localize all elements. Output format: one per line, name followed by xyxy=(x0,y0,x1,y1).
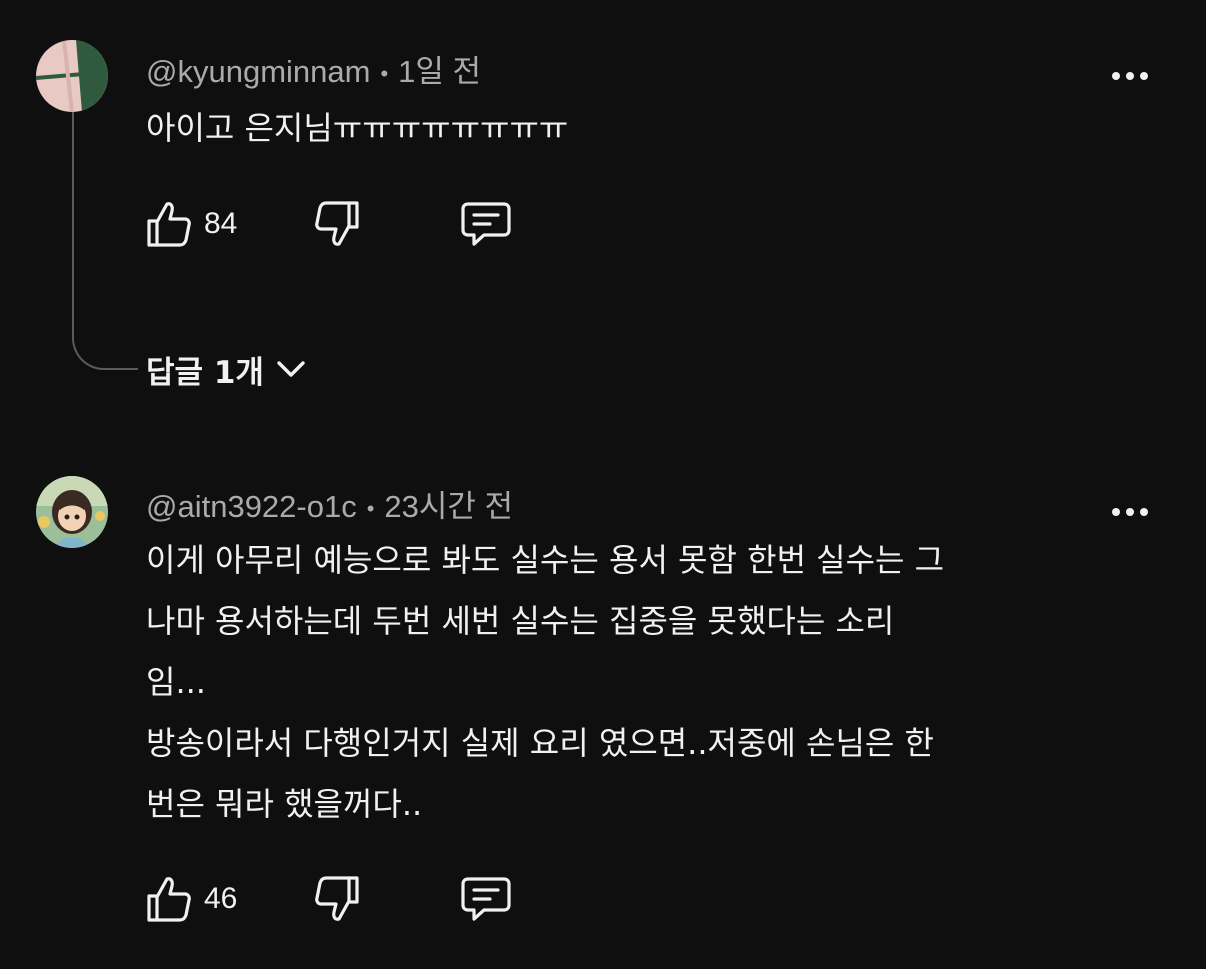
dislike-icon xyxy=(315,876,359,921)
comment-text: 아이고 은지님ㅠㅠㅠㅠㅠㅠㅠㅠ xyxy=(146,109,569,147)
like-button[interactable]: 46 xyxy=(146,874,237,924)
like-count: 46 xyxy=(204,882,238,915)
like-icon xyxy=(147,202,191,247)
comment-actions: 84 xyxy=(146,199,566,249)
avatar-kyungminnam[interactable] xyxy=(36,40,108,112)
like-button[interactable]: 84 xyxy=(146,199,237,249)
more-icon xyxy=(1112,72,1148,80)
avatar-aitn3922-o1c[interactable] xyxy=(36,476,108,548)
dislike-button[interactable] xyxy=(314,199,360,249)
more-options-button[interactable] xyxy=(1110,56,1150,96)
more-options-button[interactable] xyxy=(1110,492,1150,532)
replies-label: 답글 1개 xyxy=(146,354,264,391)
reply-icon xyxy=(461,877,511,921)
like-count: 84 xyxy=(204,207,238,240)
comment-meta: @aitn3922-o1c • 23시간 전 xyxy=(146,481,513,526)
more-icon xyxy=(1112,508,1148,516)
author-name[interactable]: @kyungminnam xyxy=(146,54,370,89)
view-replies-button[interactable]: 답글 1개 xyxy=(146,346,306,392)
comment-actions: 46 xyxy=(146,874,566,924)
like-icon xyxy=(147,877,191,922)
chevron-down-icon xyxy=(277,361,305,377)
thread-connector xyxy=(72,112,138,370)
timestamp[interactable]: 23시간 전 xyxy=(384,489,513,524)
separator-dot: • xyxy=(366,495,375,521)
dislike-button[interactable] xyxy=(314,874,360,924)
reply-button[interactable] xyxy=(460,199,512,249)
comment-text: 이게 아무리 예능으로 봐도 실수는 용서 못함 한번 실수는 그 나마 용서하… xyxy=(146,541,945,823)
reply-button[interactable] xyxy=(460,874,512,924)
separator-dot: • xyxy=(380,60,389,86)
dislike-icon xyxy=(315,201,359,246)
reply-icon xyxy=(461,202,511,246)
author-name[interactable]: @aitn3922-o1c xyxy=(146,489,357,524)
comment-meta: @kyungminnam • 1일 전 xyxy=(146,46,481,91)
timestamp[interactable]: 1일 전 xyxy=(398,54,481,89)
